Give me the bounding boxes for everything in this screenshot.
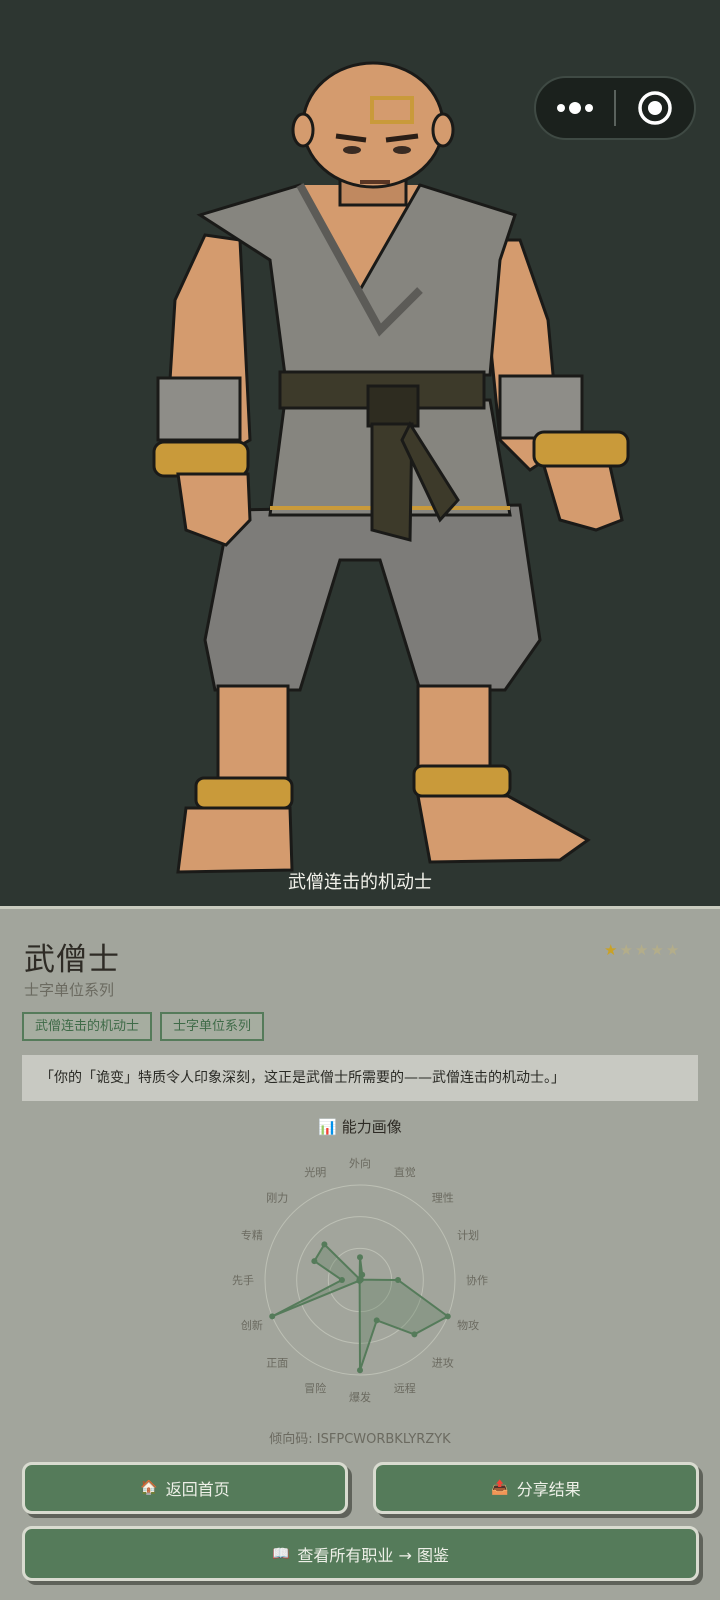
rarity-stars: ★ ★ ★ ★ ★ xyxy=(604,940,679,960)
radar-point xyxy=(311,1258,318,1265)
radar-axis-label: 先手 xyxy=(232,1273,254,1287)
home-button[interactable]: 🏠 返回首页 xyxy=(22,1462,348,1514)
share-button-label: 分享结果 xyxy=(516,1480,581,1499)
home-button-label: 返回首页 xyxy=(165,1480,230,1499)
radar-axis-label: 协作 xyxy=(466,1273,488,1287)
book-icon: 📖 xyxy=(271,1545,290,1562)
tag-item: 士字单位系列 xyxy=(160,1012,265,1041)
radar-axis-label: 专精 xyxy=(241,1228,263,1242)
view-all-jobs-button[interactable]: 📖 查看所有职业 → 图鉴 xyxy=(22,1526,699,1581)
view-all-jobs-label: 查看所有职业 → 图鉴 xyxy=(297,1545,450,1565)
more-dots-icon xyxy=(557,102,593,114)
radar-point xyxy=(356,1276,363,1283)
radar-point xyxy=(444,1313,451,1320)
star-empty-icon: ★ xyxy=(634,941,649,959)
radar-point xyxy=(321,1241,328,1248)
ability-title-label: 能力画像 xyxy=(341,1118,402,1136)
close-mini-program-button[interactable] xyxy=(616,78,694,138)
radar-axis-label: 计划 xyxy=(457,1229,479,1242)
radar-point xyxy=(357,1367,363,1374)
tag-item: 武僧连击的机动士 xyxy=(22,1012,153,1041)
radar-point xyxy=(269,1313,276,1320)
home-icon: 🏠 xyxy=(140,1480,158,1496)
radar-axis-label: 远程 xyxy=(394,1382,416,1395)
mini-program-capsule xyxy=(534,76,696,140)
radar-axis-label: 直觉 xyxy=(394,1165,416,1179)
tendency-code: 倾向码: ISFPCWORBKLYRZYK xyxy=(269,1432,451,1447)
ability-radar-chart: 外向直觉理性计划协作物攻进攻远程爆发 冒险 正面 创新 先手 专精 刚力 光明 xyxy=(232,1156,488,1404)
radar-axis-label: 正面 xyxy=(266,1357,288,1370)
radar-point xyxy=(338,1277,345,1283)
target-icon xyxy=(638,91,672,125)
radar-point xyxy=(357,1254,363,1261)
radar-point xyxy=(395,1277,401,1283)
tag-list: 武僧连击的机动士 士字单位系列 xyxy=(22,1012,265,1041)
star-empty-icon: ★ xyxy=(650,941,664,959)
radar-axis-label: 物攻 xyxy=(457,1318,479,1332)
radar-axis-label: 爆发 xyxy=(349,1390,371,1404)
hero-banner: 武僧连击的机动士 xyxy=(0,0,720,906)
more-button[interactable] xyxy=(536,78,614,138)
hero-divider xyxy=(0,906,720,909)
radar-point xyxy=(411,1331,418,1338)
result-quote: 「你的「诡变」特质令人印象深刻，这正是武僧士所需要的——武僧连击的机动士。」 xyxy=(22,1055,698,1101)
share-button[interactable]: 📤 分享结果 xyxy=(373,1462,699,1514)
star-empty-icon: ★ xyxy=(665,941,680,959)
radar-axis-label: 理性 xyxy=(432,1190,454,1204)
radar-axis-label: 进攻 xyxy=(432,1356,454,1370)
star-empty-icon: ★ xyxy=(619,941,633,959)
job-title: 武僧士 xyxy=(24,942,120,978)
radar-axis-label: 光明 xyxy=(304,1165,326,1179)
radar-axis-label: 外向 xyxy=(349,1156,371,1170)
job-series: 士字单位系列 xyxy=(24,981,115,999)
radar-axis-label: 创新 xyxy=(241,1318,263,1332)
star-filled-icon: ★ xyxy=(604,941,618,959)
hero-caption: 武僧连击的机动士 xyxy=(288,872,432,893)
radar-axis-label: 冒险 xyxy=(304,1381,326,1395)
radar-axis-label: 刚力 xyxy=(266,1191,288,1204)
ability-section-title: 📊 能力画像 xyxy=(0,1116,720,1137)
radar-point xyxy=(373,1317,380,1324)
bar-chart-icon: 📊 xyxy=(318,1118,337,1136)
share-icon: 📤 xyxy=(491,1480,509,1496)
